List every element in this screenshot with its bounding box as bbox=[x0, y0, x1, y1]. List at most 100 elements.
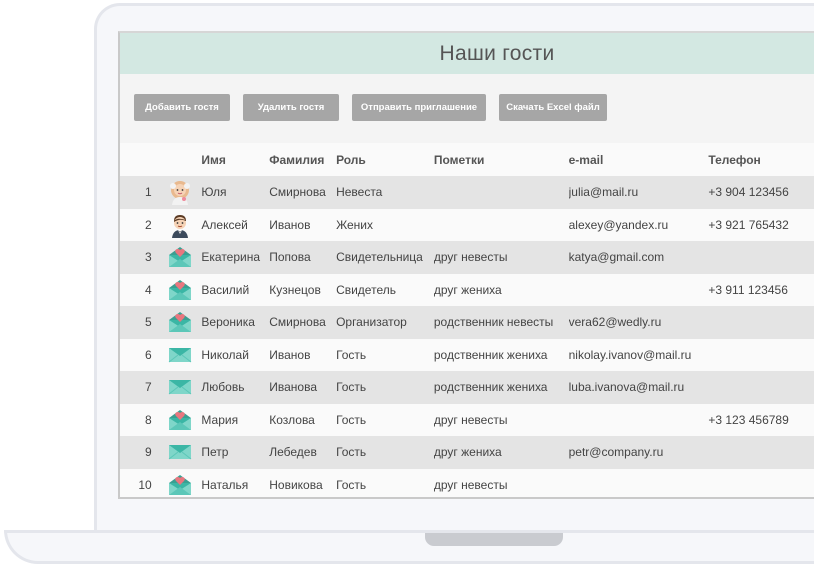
laptop-notch bbox=[425, 533, 563, 546]
row-number: 6 bbox=[120, 338, 158, 371]
phone-cell[interactable] bbox=[708, 468, 814, 497]
phone-cell[interactable]: +3 123 456789 bbox=[708, 403, 814, 436]
first-name-cell[interactable]: Юля bbox=[201, 176, 270, 209]
phone-cell[interactable]: +3 904 123456 bbox=[708, 176, 814, 209]
role-cell[interactable]: Невеста bbox=[336, 176, 434, 209]
last-name-cell[interactable]: Смирнова bbox=[269, 306, 337, 339]
row-number: 5 bbox=[120, 306, 158, 339]
notes-cell[interactable] bbox=[433, 208, 569, 241]
notes-cell[interactable]: друг жениха bbox=[433, 273, 569, 306]
table-row[interactable]: 5 Вероника Смирнова Организатор родственник … bbox=[120, 306, 814, 339]
header-role[interactable]: Роль bbox=[336, 143, 434, 176]
last-name-cell[interactable]: Иванов bbox=[269, 338, 337, 371]
closed-envelope-icon bbox=[157, 436, 202, 469]
app-screen: Наши гости Добавить гостя Удалить гостя … bbox=[118, 31, 814, 499]
last-name-cell[interactable]: Новикова bbox=[269, 468, 337, 497]
phone-cell[interactable]: +3 911 123456 bbox=[708, 273, 814, 306]
table-row[interactable]: 9 Петр Лебедев Гость друг жениха petr@company… bbox=[120, 436, 814, 469]
groom-avatar bbox=[157, 208, 202, 241]
phone-cell[interactable] bbox=[708, 306, 814, 339]
download-excel-button[interactable]: Скачать Excel файл bbox=[499, 94, 607, 121]
delete-guest-button[interactable]: Удалить гостя bbox=[243, 94, 339, 121]
role-cell[interactable]: Организатор bbox=[336, 306, 434, 339]
email-cell[interactable] bbox=[568, 273, 709, 306]
table-row[interactable]: 10 Наталья Новикова Гость друг невесты bbox=[120, 468, 814, 497]
notes-cell[interactable]: родственник жениха bbox=[433, 338, 569, 371]
first-name-cell[interactable]: Николай bbox=[201, 338, 270, 371]
role-cell[interactable]: Жених bbox=[336, 208, 434, 241]
email-cell[interactable] bbox=[568, 468, 709, 497]
phone-cell[interactable]: +3 921 765432 bbox=[708, 208, 814, 241]
last-name-cell[interactable]: Иванова bbox=[269, 371, 337, 404]
first-name-cell[interactable]: Екатерина bbox=[201, 241, 270, 274]
notes-cell[interactable]: родственник невесты bbox=[433, 306, 569, 339]
page-title: Наши гости bbox=[439, 41, 555, 65]
role-cell[interactable]: Гость bbox=[336, 436, 434, 469]
bride-avatar bbox=[157, 176, 202, 209]
first-name-cell[interactable]: Василий bbox=[201, 273, 270, 306]
last-name-cell[interactable]: Козлова bbox=[269, 403, 337, 436]
open-envelope-icon bbox=[157, 403, 202, 436]
row-number: 9 bbox=[120, 436, 158, 469]
first-name-cell[interactable]: Вероника bbox=[201, 306, 270, 339]
header-phone[interactable]: Телефон bbox=[708, 143, 814, 176]
role-cell[interactable]: Гость bbox=[336, 338, 434, 371]
guests-table: Имя Фамилия Роль Пометки e-mail Телефон … bbox=[120, 143, 814, 497]
email-cell[interactable]: luba.ivanova@mail.ru bbox=[568, 371, 709, 404]
header-first-name[interactable]: Имя bbox=[201, 143, 270, 176]
table-row[interactable]: 8 Мария Козлова Гость друг невесты +3 123 456… bbox=[120, 403, 814, 436]
open-envelope-icon bbox=[157, 273, 202, 306]
table-row[interactable]: 7 Любовь Иванова Гость родственник жениха lub… bbox=[120, 371, 814, 404]
role-cell[interactable]: Гость bbox=[336, 468, 434, 497]
row-number: 1 bbox=[120, 176, 158, 209]
notes-cell[interactable]: друг жениха bbox=[433, 436, 569, 469]
email-cell[interactable]: katya@gmail.com bbox=[568, 241, 709, 274]
email-cell[interactable]: alexey@yandex.ru bbox=[568, 208, 709, 241]
email-cell[interactable]: nikolay.ivanov@mail.ru bbox=[568, 338, 709, 371]
email-cell[interactable]: petr@company.ru bbox=[568, 436, 709, 469]
phone-cell[interactable] bbox=[708, 338, 814, 371]
row-number: 4 bbox=[120, 273, 158, 306]
table-row[interactable]: 6 Николай Иванов Гость родственник жениха nik… bbox=[120, 338, 814, 371]
email-cell[interactable]: julia@mail.ru bbox=[568, 176, 709, 209]
notes-cell[interactable]: друг невесты bbox=[433, 241, 569, 274]
table-row[interactable]: 2 Алексей Иванов Жених alexey@yandex.ru +3 92… bbox=[120, 208, 814, 241]
last-name-cell[interactable]: Кузнецов bbox=[269, 273, 337, 306]
row-number: 3 bbox=[120, 241, 158, 274]
role-cell[interactable]: Свидетель bbox=[336, 273, 434, 306]
first-name-cell[interactable]: Петр bbox=[201, 436, 270, 469]
first-name-cell[interactable]: Наталья bbox=[201, 468, 270, 497]
row-number: 8 bbox=[120, 403, 158, 436]
last-name-cell[interactable]: Попова bbox=[269, 241, 337, 274]
last-name-cell[interactable]: Иванов bbox=[269, 208, 337, 241]
table-row[interactable]: 3 Екатерина Попова Свидетельница друг невест… bbox=[120, 241, 814, 274]
notes-cell[interactable] bbox=[433, 176, 569, 209]
table-row[interactable]: 4 Василий Кузнецов Свидетель друг жениха +3 9… bbox=[120, 273, 814, 306]
add-guest-button[interactable]: Добавить гостя bbox=[134, 94, 230, 121]
phone-cell[interactable] bbox=[708, 436, 814, 469]
notes-cell[interactable]: друг невесты bbox=[433, 468, 569, 497]
header-last-name[interactable]: Фамилия bbox=[269, 143, 337, 176]
email-cell[interactable]: vera62@wedly.ru bbox=[568, 306, 709, 339]
first-name-cell[interactable]: Любовь bbox=[201, 371, 270, 404]
table-row[interactable]: 1 Юля Смирнова Невеста julia@mail.ru +3 904 1… bbox=[120, 176, 814, 209]
role-cell[interactable]: Гость bbox=[336, 371, 434, 404]
notes-cell[interactable]: друг невесты bbox=[433, 403, 569, 436]
email-cell[interactable] bbox=[568, 403, 709, 436]
role-cell[interactable]: Свидетельница bbox=[336, 241, 434, 274]
header-avatar bbox=[157, 143, 202, 176]
header-email[interactable]: e-mail bbox=[568, 143, 709, 176]
header-notes[interactable]: Пометки bbox=[433, 143, 569, 176]
phone-cell[interactable] bbox=[708, 241, 814, 274]
notes-cell[interactable]: родственник жениха bbox=[433, 371, 569, 404]
phone-cell[interactable] bbox=[708, 371, 814, 404]
open-envelope-icon bbox=[157, 306, 202, 339]
last-name-cell[interactable]: Лебедев bbox=[269, 436, 337, 469]
row-number: 2 bbox=[120, 208, 158, 241]
first-name-cell[interactable]: Мария bbox=[201, 403, 270, 436]
last-name-cell[interactable]: Смирнова bbox=[269, 176, 337, 209]
send-invitation-button[interactable]: Отправить приглашение bbox=[352, 94, 486, 121]
first-name-cell[interactable]: Алексей bbox=[201, 208, 270, 241]
role-cell[interactable]: Гость bbox=[336, 403, 434, 436]
open-envelope-icon bbox=[157, 468, 202, 497]
